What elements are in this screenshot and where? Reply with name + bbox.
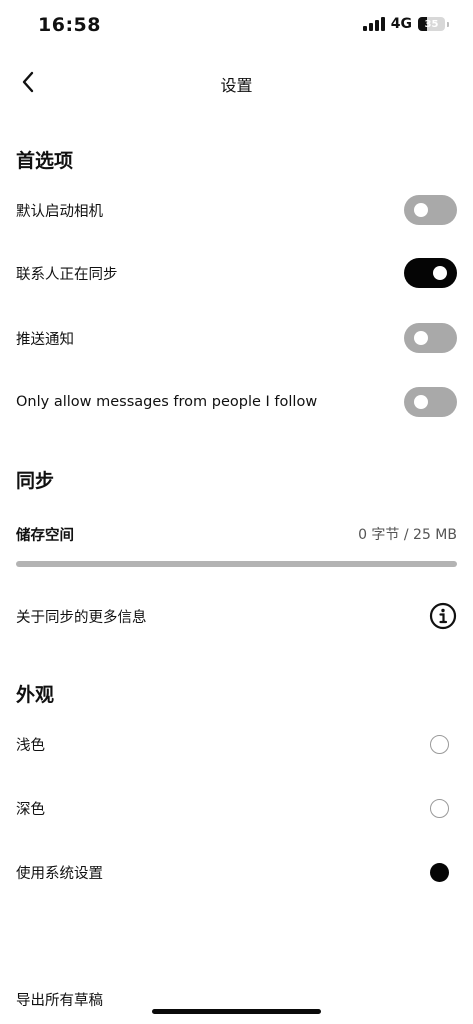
appearance-option-system[interactable]: 使用系统设置 (16, 852, 457, 892)
storage-row: 储存空间 0 字节 / 25 MB (16, 514, 457, 554)
battery-icon: 35 (418, 17, 445, 31)
appearance-label: 浅色 (16, 737, 45, 754)
sync-section-title: 同步 (16, 470, 55, 492)
storage-value: 0 字节 / 25 MB (358, 527, 457, 543)
pref-label: 默认启动相机 (16, 203, 103, 220)
preferences-section-title: 首选项 (16, 150, 74, 172)
page-title: 设置 (220, 76, 253, 95)
status-indicators: 4G 35 (362, 16, 449, 32)
info-icon[interactable] (429, 602, 457, 630)
contact-sync-toggle[interactable] (404, 258, 457, 288)
pref-row-contact-sync: 联系人正在同步 (16, 253, 457, 293)
sync-info-label: 关于同步的更多信息 (16, 609, 147, 626)
push-notifications-toggle[interactable] (404, 323, 457, 353)
storage-label: 储存空间 (16, 527, 74, 544)
network-type: 4G (390, 16, 412, 32)
pref-label: 推送通知 (16, 331, 74, 348)
sync-info-row[interactable]: 关于同步的更多信息 (16, 596, 457, 636)
default-camera-toggle[interactable] (404, 195, 457, 225)
pref-label: Only allow messages from people I follow (16, 394, 318, 410)
dark-radio[interactable] (430, 798, 449, 818)
pref-row-default-camera: 默认启动相机 (16, 190, 457, 230)
battery-level: 35 (424, 18, 439, 30)
status-bar: 16:58 4G 35 (0, 0, 473, 52)
appearance-section-title: 外观 (16, 684, 55, 706)
status-time: 16:58 (38, 14, 101, 36)
messages-from-followed-toggle[interactable] (404, 387, 457, 417)
home-indicator (152, 1009, 321, 1014)
pref-row-messages-from-followed: Only allow messages from people I follow (16, 382, 457, 422)
signal-icon (362, 17, 385, 31)
battery-cap (447, 21, 449, 27)
appearance-option-light[interactable]: 浅色 (16, 724, 457, 764)
appearance-label: 使用系统设置 (16, 865, 103, 882)
export-drafts-label: 导出所有草稿 (16, 992, 103, 1009)
nav-bar: 设置 (0, 62, 473, 102)
appearance-option-dark[interactable]: 深色 (16, 788, 457, 828)
pref-label: 联系人正在同步 (16, 266, 118, 283)
storage-progress-bar (16, 561, 457, 567)
light-radio[interactable] (430, 734, 449, 754)
system-radio[interactable] (430, 862, 449, 882)
pref-row-push-notifications: 推送通知 (16, 318, 457, 358)
appearance-label: 深色 (16, 801, 45, 818)
